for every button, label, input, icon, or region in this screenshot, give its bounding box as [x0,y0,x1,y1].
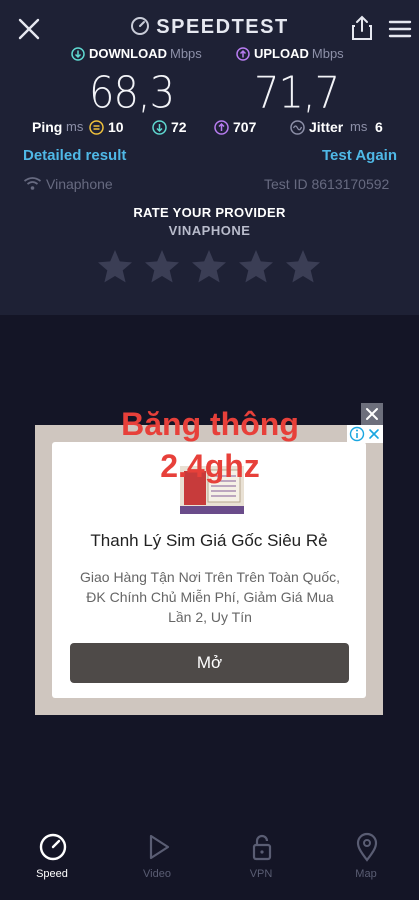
ad-overlay-text-1: Băng thông [121,406,299,442]
top-bar: SPEEDTEST [0,0,419,58]
ad-description: Giao Hàng Tận Nơi Trên Trên Toàn Quốc, Đ… [79,569,341,625]
close-icon [369,429,379,439]
ping-download-value: 72 [171,119,187,135]
detailed-result-link[interactable]: Detailed result [23,147,126,164]
ping-label: Ping [32,119,63,135]
download-header: DOWNLOAD Mbps [71,46,202,61]
menu-icon[interactable] [388,18,412,40]
test-id: Test ID 8613170592 [264,176,390,192]
ad-overlay-text-2: 2.4ghz [160,448,260,484]
rating-star-1[interactable] [96,248,134,286]
ping-idle-value: 10 [108,119,124,135]
rating-star-3[interactable] [190,248,228,286]
rate-provider-title: RATE YOUR PROVIDER [133,205,286,220]
latency-row: Ping ms 10 72 707 Jitter ms 6 [0,119,419,139]
ad-close-button[interactable] [361,403,383,425]
tab-speed[interactable]: Speed [7,826,97,886]
bottom-tab-bar: Speed Video VPN Map [0,826,419,900]
provider-info: Vinaphone [23,176,113,192]
jitter-unit: ms [350,119,368,134]
rating-stars [96,248,326,288]
provider-name: Vinaphone [46,176,113,192]
rate-provider-name: VINAPHONE [168,223,251,238]
ping-idle-icon [89,120,104,135]
tab-video[interactable]: Video [112,826,202,886]
upload-arrow-icon [236,47,250,61]
brand-text: SPEEDTEST [156,16,289,38]
upload-header: UPLOAD Mbps [236,46,344,61]
lock-icon [252,834,272,861]
upload-value: 71,7 [254,68,340,119]
ping-upload-icon [214,120,229,135]
close-icon [366,408,378,420]
ad-choices[interactable] [347,425,383,443]
info-icon [349,426,365,442]
play-icon [149,834,170,860]
ping-download-icon [152,120,167,135]
test-again-link[interactable]: Test Again [322,147,397,164]
map-pin-icon [356,832,378,862]
ad-title[interactable]: Thanh Lý Sim Giá Gốc Siêu Rẻ [52,531,366,551]
download-arrow-icon [71,47,85,61]
ping-unit: ms [66,119,84,134]
gauge-icon [131,17,150,35]
ad-open-button[interactable]: Mở [70,643,349,683]
rating-star-2[interactable] [143,248,181,286]
rating-star-4[interactable] [237,248,275,286]
wifi-icon [23,177,42,190]
rating-star-5[interactable] [284,248,322,286]
ping-upload-value: 707 [233,119,257,135]
tab-vpn[interactable]: VPN [216,826,306,886]
tab-map[interactable]: Map [321,826,411,886]
download-value: 68,3 [89,68,175,119]
jitter-label: Jitter [309,119,344,135]
speedometer-icon [39,833,67,861]
jitter-icon [290,120,305,135]
share-icon[interactable] [350,14,374,42]
jitter-value: 6 [375,119,383,135]
